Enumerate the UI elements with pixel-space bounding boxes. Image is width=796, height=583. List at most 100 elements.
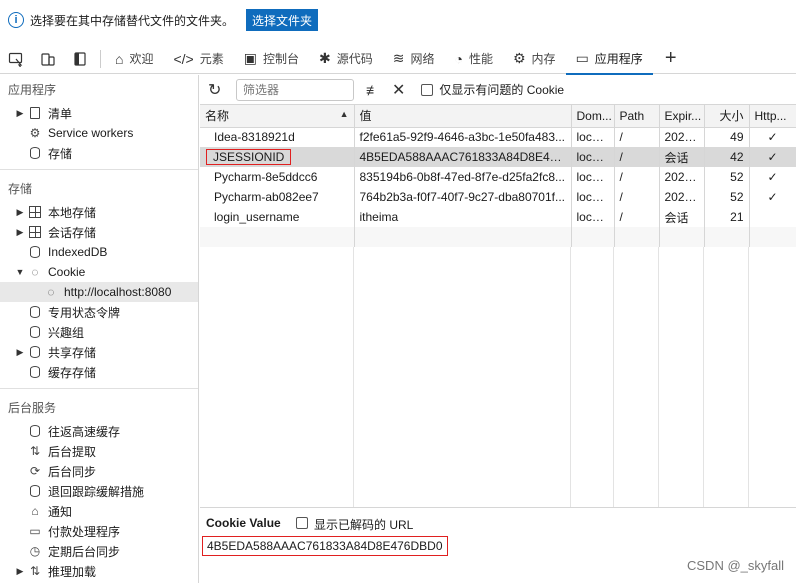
- device-emulation-icon[interactable]: [32, 45, 64, 73]
- cookie-cell: itheima: [354, 207, 572, 227]
- sidebar-item[interactable]: ⌂ 通知: [0, 501, 198, 521]
- sidebar-item-label: 往返高速缓存: [48, 424, 121, 439]
- cookie-row[interactable]: JSESSIONID 4B5EDA588AAAC761833A84D8E476..…: [200, 147, 796, 167]
- cookie-cell: /: [614, 167, 660, 187]
- add-tab-icon[interactable]: +: [653, 47, 689, 70]
- column-header[interactable]: Expir...: [659, 105, 705, 128]
- tab-label: 性能: [468, 52, 493, 66]
- devtools-tab-bar: ⌂ 欢迎 </> 元素 ▣ 控制台 ✱ 源代码 ≋ 网络 ◔ 性能 ⚙ 内存 ▭ 应用程序 +: [0, 44, 796, 75]
- sidebar-item[interactable]: IndexedDB: [0, 242, 198, 262]
- choose-folder-button[interactable]: 选择文件夹: [246, 9, 319, 31]
- sidebar-item[interactable]: ⇅ 后台提取: [0, 441, 198, 461]
- cookie-cell: [749, 207, 796, 227]
- cookie-cell: 835194b6-0b8f-47ed-8f7e-d25fa2fc8...: [354, 167, 572, 187]
- cookie-cell: Pycharm-ab082ee7: [200, 187, 355, 207]
- grid-icon: [28, 225, 42, 239]
- filter-input[interactable]: [236, 78, 354, 101]
- cell-text: 会话: [664, 210, 689, 225]
- cell-text: Pycharm-ab082ee7: [214, 190, 319, 204]
- bell-icon: ⌂: [31, 504, 39, 518]
- refresh-icon[interactable]: ↻: [208, 80, 232, 100]
- tab-3[interactable]: ✱ 源代码: [309, 44, 383, 74]
- sidebar-item[interactable]: ⟳ 后台同步: [0, 461, 198, 481]
- cell-text: /: [619, 190, 623, 204]
- show-decoded-url-checkbox[interactable]: [296, 517, 308, 529]
- tab-4[interactable]: ≋ 网络: [383, 44, 445, 74]
- tab-2[interactable]: ▣ 控制台: [234, 44, 309, 74]
- empty-cell: [571, 227, 615, 247]
- cell-text: 49: [730, 130, 744, 145]
- collapsed-arrow-icon[interactable]: ▶: [14, 108, 26, 119]
- cookie-cell: /: [614, 187, 660, 207]
- column-header[interactable]: 大小: [704, 105, 750, 128]
- expanded-arrow-icon[interactable]: ▼: [14, 267, 26, 277]
- arrows-icon: ⇅: [29, 564, 41, 578]
- database-icon: [28, 365, 42, 379]
- tab-label: 内存: [531, 52, 556, 66]
- sidebar-item[interactable]: ▶ 本地存储: [0, 202, 198, 222]
- cookie-cell: 4B5EDA588AAAC761833A84D8E476...: [354, 147, 572, 167]
- info-bar: i 选择要在其中存储替代文件的文件夹。 选择文件夹: [0, 0, 796, 40]
- inspect-icon[interactable]: [0, 45, 32, 73]
- tab-7[interactable]: ▭ 应用程序: [565, 44, 654, 75]
- tab-1[interactable]: </> 元素: [163, 44, 233, 74]
- sidebar-item-label: 专用状态令牌: [48, 305, 121, 320]
- sidebar-section-title: 应用程序: [8, 82, 57, 97]
- cookie-row[interactable]: Idea-8318921d f2fe61a5-92f9-4646-a3bc-1e5…: [200, 127, 796, 147]
- sidebar-item[interactable]: 兴趣组: [0, 322, 198, 342]
- sort-ascending-icon: ▲: [339, 109, 349, 120]
- cookie-cell: ✓: [749, 127, 796, 147]
- cookie-cell: 52: [704, 167, 750, 187]
- arrows-icon: ⇅: [29, 444, 41, 458]
- sidebar-item[interactable]: 存储: [0, 143, 198, 163]
- cookie-row[interactable]: login_username itheima local... / 会话 21: [200, 207, 796, 227]
- collapsed-arrow-icon[interactable]: ▶: [14, 207, 26, 218]
- tab-0[interactable]: ⌂ 欢迎: [105, 44, 163, 74]
- cell-text: f2fe61a5-92f9-4646-a3bc-1e50fa483...: [359, 130, 566, 145]
- cookie-value-text[interactable]: 4B5EDA588AAAC761833A84D8E476DBD0: [202, 536, 448, 556]
- column-header[interactable]: Path: [614, 105, 660, 128]
- home-icon: ⌂: [115, 50, 124, 67]
- cookie-cell: /: [614, 207, 660, 227]
- collapsed-arrow-icon[interactable]: ▶: [14, 566, 26, 577]
- column-header[interactable]: Dom...: [571, 105, 615, 128]
- only-issues-checkbox[interactable]: [421, 83, 434, 96]
- sync-icon: ⟳: [29, 464, 41, 478]
- cookie-row[interactable]: Pycharm-8e5ddcc6 835194b6-0b8f-47ed-8f7e-…: [200, 167, 796, 187]
- sidebar-item[interactable]: ⚙ Service workers: [0, 123, 198, 143]
- clear-all-icon[interactable]: ✕: [392, 80, 405, 100]
- sidebar-item[interactable]: 缓存存储: [0, 362, 198, 382]
- sidebar-item[interactable]: ▶ ⇅ 推理加载: [0, 561, 198, 581]
- database-icon: [28, 345, 42, 359]
- sidebar-item[interactable]: ▶ 清单: [0, 103, 198, 123]
- sidebar-item[interactable]: ◌ http://localhost:8080: [0, 282, 198, 302]
- toggle-drawer-icon[interactable]: [64, 45, 96, 73]
- watermark: CSDN @_skyfall: [687, 558, 784, 573]
- cookie-cell: 21: [704, 207, 750, 227]
- sidebar-item[interactable]: 往返高速缓存: [0, 421, 198, 441]
- tab-6[interactable]: ⚙ 内存: [503, 44, 566, 74]
- tab-5[interactable]: ◔ 性能: [445, 44, 503, 74]
- sidebar-item[interactable]: ◷ 定期后台同步: [0, 541, 198, 561]
- cell-text: ✓: [767, 170, 778, 184]
- cookie-cell: ✓: [749, 187, 796, 207]
- collapsed-arrow-icon[interactable]: ▶: [14, 227, 26, 238]
- column-header[interactable]: 值: [354, 105, 572, 128]
- column-header[interactable]: 名称 ▲: [200, 105, 355, 128]
- cookie-cell: /: [614, 127, 660, 147]
- cookie-cell: 会话: [659, 147, 705, 167]
- sidebar-item[interactable]: ▶ 共享存储: [0, 342, 198, 362]
- empty-cell: [749, 227, 796, 247]
- sidebar-item[interactable]: 退回跟踪缓解措施: [0, 481, 198, 501]
- sidebar-item[interactable]: 专用状态令牌: [0, 302, 198, 322]
- sidebar-item-label: 本地存储: [48, 205, 97, 220]
- sidebar-item[interactable]: ▭ 付款处理程序: [0, 521, 198, 541]
- column-header[interactable]: Http...: [749, 105, 796, 128]
- cookie-toolbar: ↻ ≢ ✕ 仅显示有问题的 Cookie: [200, 75, 796, 105]
- clear-filtered-cookies-icon[interactable]: ≢: [366, 82, 380, 98]
- sidebar-item[interactable]: ▼ ◌ Cookie: [0, 262, 198, 282]
- collapsed-arrow-icon[interactable]: ▶: [14, 347, 26, 358]
- sidebar-item-label: http://localhost:8080: [64, 285, 172, 299]
- cookie-row[interactable]: Pycharm-ab082ee7 764b2b3a-f0f7-40f7-9c27-…: [200, 187, 796, 207]
- sidebar-item[interactable]: ▶ 会话存储: [0, 222, 198, 242]
